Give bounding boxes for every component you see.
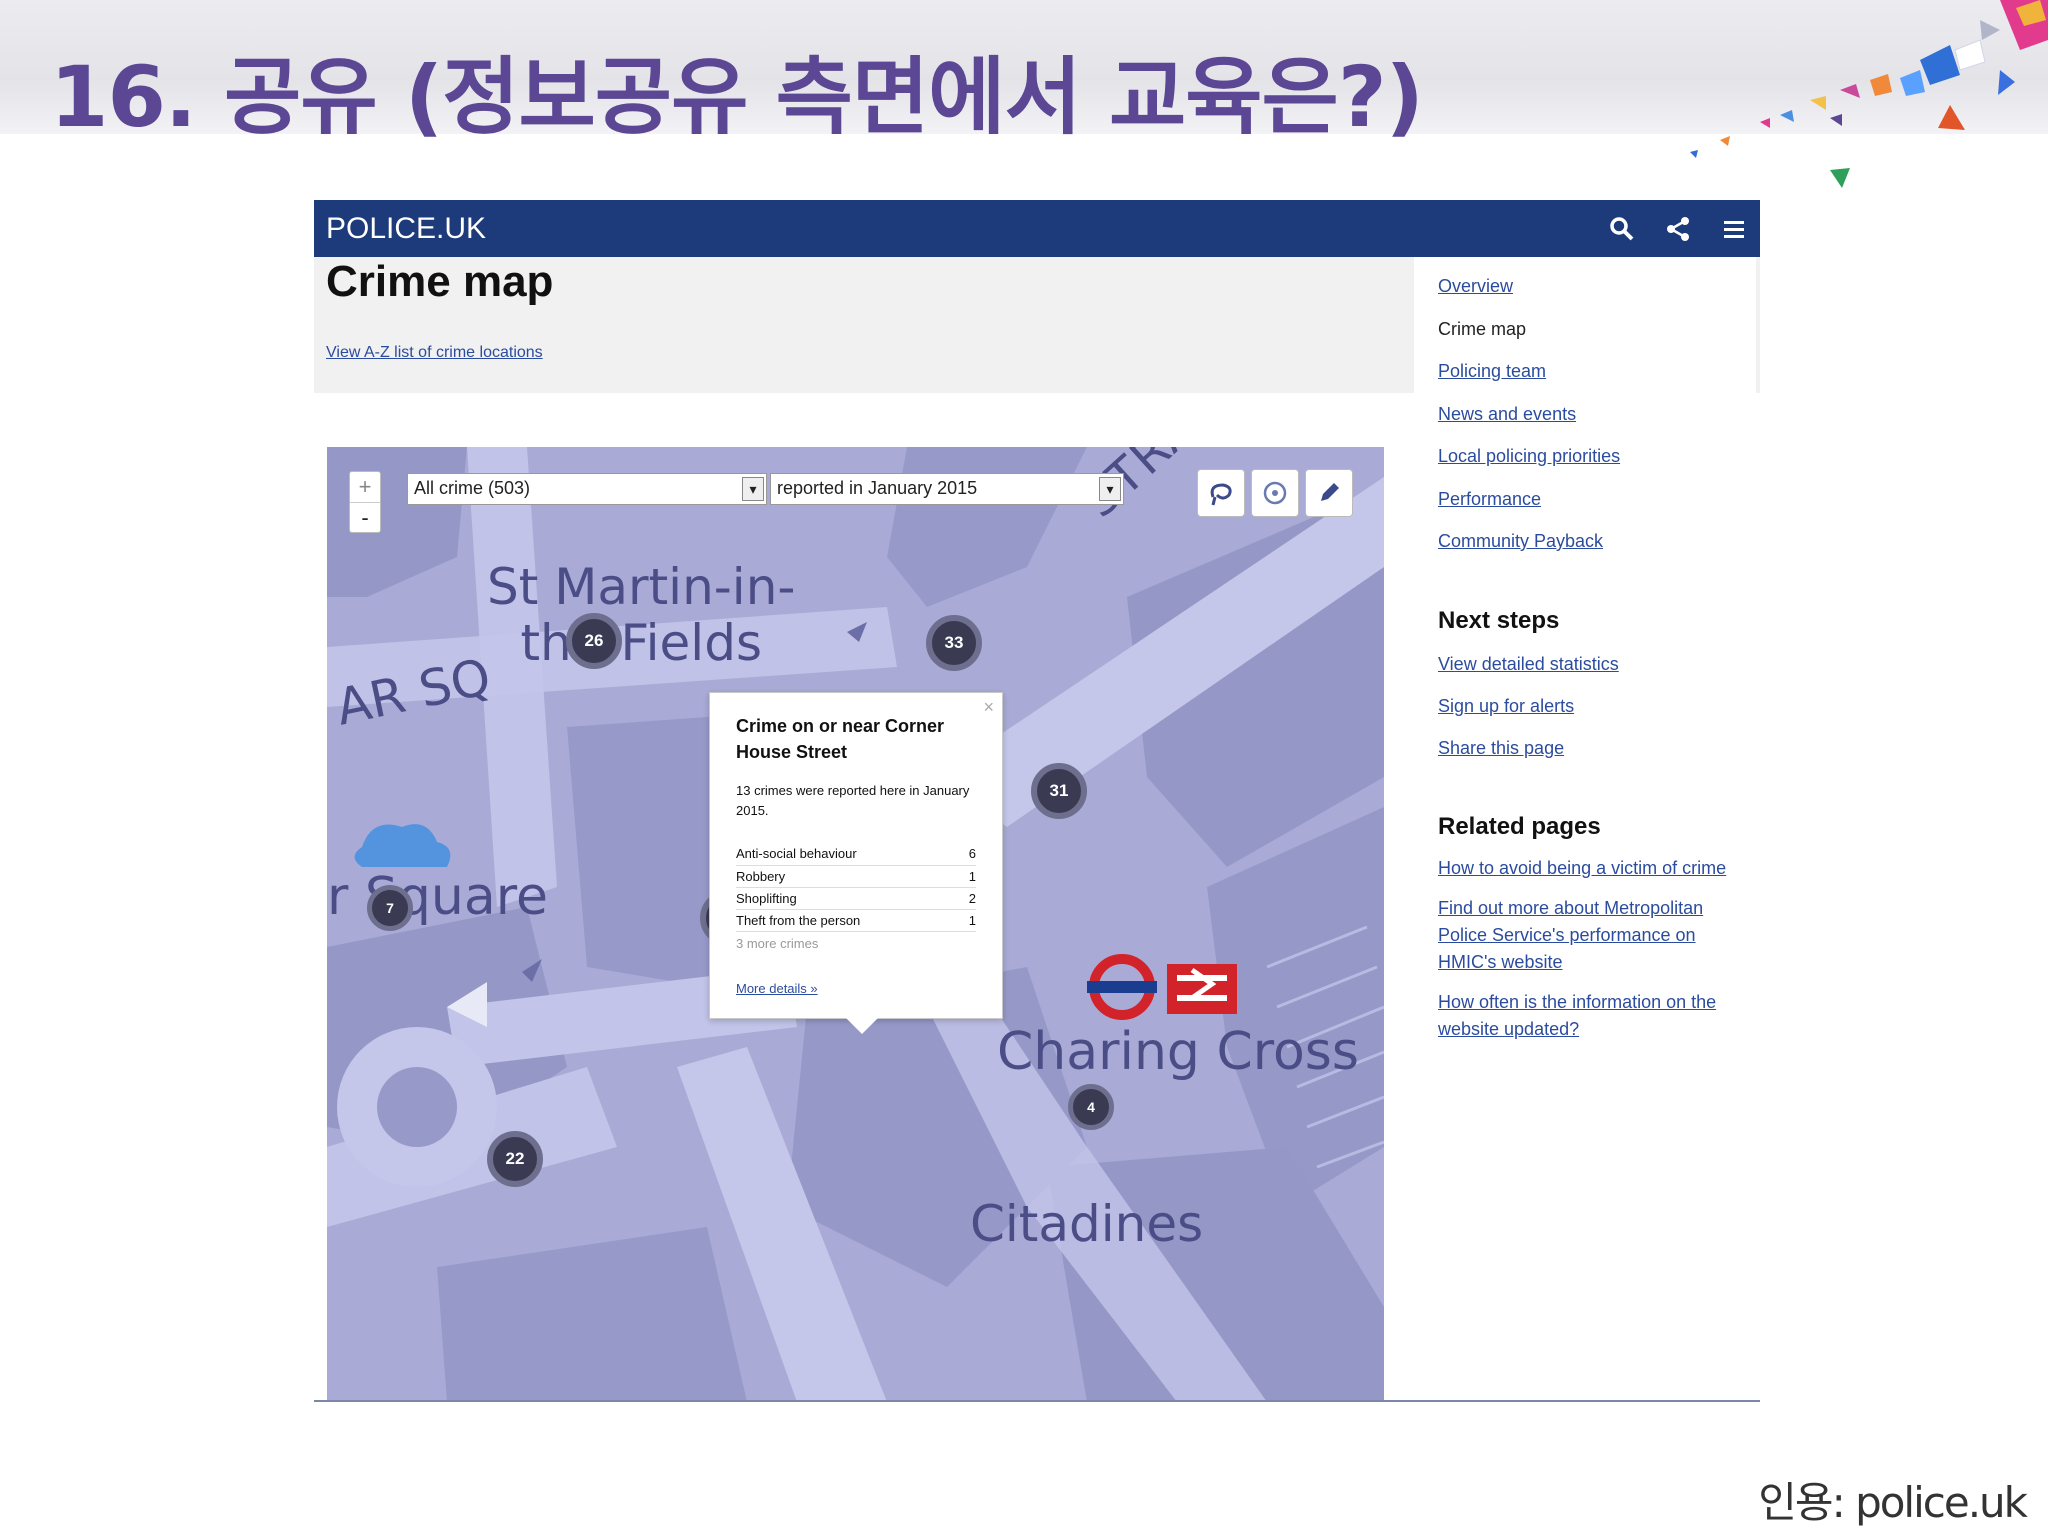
crime-count: 2 bbox=[946, 887, 976, 910]
crime-map[interactable]: St Martin-in- the-Fields AR SQ r Square … bbox=[327, 447, 1384, 1400]
crime-type: Theft from the person bbox=[736, 909, 946, 932]
crime-count: 1 bbox=[946, 909, 976, 932]
topbar-icons bbox=[1604, 212, 1752, 246]
pencil-icon bbox=[1321, 483, 1339, 501]
related-pages-heading: Related pages bbox=[1438, 812, 1601, 840]
crime-type: Robbery bbox=[736, 865, 946, 888]
crime-cluster[interactable]: 31 bbox=[1031, 763, 1087, 819]
source-credit: 인용: police.uk bbox=[1758, 1478, 2028, 1527]
sidebar: Overview Crime map Policing team News an… bbox=[1414, 257, 1756, 1357]
crime-type-select[interactable]: All crime (503) ▾ bbox=[407, 473, 767, 505]
sidebar-item-news-events[interactable]: News and events bbox=[1438, 399, 1756, 442]
crime-cluster[interactable]: 7 bbox=[367, 885, 413, 931]
sidebar-item-community-payback[interactable]: Community Payback bbox=[1438, 526, 1756, 569]
crime-popup: × Crime on or near Corner House Street 1… bbox=[709, 692, 1003, 1034]
crime-cluster[interactable]: 33 bbox=[926, 615, 982, 671]
crime-breakdown-table: Anti-social behaviour 6 Robbery 1 Shopli… bbox=[736, 843, 976, 932]
sidebar-item-local-priorities[interactable]: Local policing priorities bbox=[1438, 441, 1756, 484]
shape-tool-button[interactable] bbox=[1197, 469, 1245, 517]
more-details-link[interactable]: More details » bbox=[736, 981, 818, 996]
crime-cluster[interactable]: 22 bbox=[487, 1131, 543, 1187]
map-label-square: r Square bbox=[327, 867, 548, 927]
next-step-share-page[interactable]: Share this page bbox=[1438, 733, 1756, 775]
share-icon[interactable] bbox=[1660, 212, 1696, 246]
content-header: Crime map View A-Z list of crime locatio… bbox=[314, 257, 1414, 393]
slide-title: 16. 공유 (정보공유 측면에서 교육은?) bbox=[50, 48, 1424, 146]
table-row: Robbery 1 bbox=[736, 865, 976, 888]
sidebar-item-crime-map[interactable]: Crime map bbox=[1438, 314, 1756, 357]
popup-title: Crime on or near Corner House Street bbox=[736, 716, 945, 762]
lasso-icon bbox=[1210, 483, 1232, 506]
radius-tool-button[interactable] bbox=[1251, 469, 1299, 517]
chevron-down-icon: ▾ bbox=[742, 477, 764, 501]
zoom-control: + - bbox=[349, 471, 381, 533]
crime-count: 1 bbox=[946, 865, 976, 888]
az-crime-locations-link[interactable]: View A-Z list of crime locations bbox=[326, 344, 543, 362]
map-label-st-martin: St Martin-in- the-Fields bbox=[487, 558, 796, 672]
map-tools bbox=[1197, 469, 1353, 517]
page-title: Crime map bbox=[326, 257, 554, 306]
close-icon[interactable]: × bbox=[983, 697, 994, 718]
table-row: Theft from the person 1 bbox=[736, 909, 976, 932]
top-navigation-bar: POLICE.UK bbox=[314, 200, 1760, 257]
zoom-in-button[interactable]: + bbox=[350, 472, 380, 502]
sidebar-item-performance[interactable]: Performance bbox=[1438, 484, 1756, 527]
map-label-citadines: Citadines bbox=[970, 1195, 1204, 1253]
month-value: reported in January 2015 bbox=[777, 478, 978, 498]
police-uk-logo[interactable]: POLICE.UK bbox=[326, 212, 486, 246]
sidebar-item-overview[interactable]: Overview bbox=[1438, 271, 1756, 314]
month-select[interactable]: reported in January 2015 ▾ bbox=[770, 473, 1124, 505]
next-step-detailed-statistics[interactable]: View detailed statistics bbox=[1438, 649, 1756, 691]
zoom-out-button[interactable]: - bbox=[350, 502, 380, 532]
search-icon[interactable] bbox=[1604, 212, 1640, 246]
table-row: Shoplifting 2 bbox=[736, 887, 976, 910]
map-label-charing-cross: Charing Cross bbox=[997, 1022, 1359, 1082]
crime-type: Anti-social behaviour bbox=[736, 843, 946, 866]
related-link-update-frequency[interactable]: How often is the information on the webs… bbox=[1438, 989, 1738, 1043]
menu-icon[interactable] bbox=[1716, 212, 1752, 246]
crime-count: 6 bbox=[946, 843, 976, 866]
sidebar-item-policing-team[interactable]: Policing team bbox=[1438, 356, 1756, 399]
popup-description: 13 crimes were reported here in January … bbox=[736, 783, 970, 818]
underground-rail-icon bbox=[1087, 954, 1237, 1020]
circle-target-icon bbox=[1263, 481, 1287, 505]
draw-tool-button[interactable] bbox=[1305, 469, 1353, 517]
related-link-hmic-performance[interactable]: Find out more about Metropolitan Police … bbox=[1438, 895, 1738, 976]
slide-header: 16. 공유 (정보공유 측면에서 교육은?) bbox=[0, 0, 2048, 188]
next-step-sign-up-alerts[interactable]: Sign up for alerts bbox=[1438, 691, 1756, 733]
crime-type: Shoplifting bbox=[736, 887, 946, 910]
related-link-avoid-victim[interactable]: How to avoid being a victim of crime bbox=[1438, 855, 1738, 882]
crime-cluster[interactable]: 4 bbox=[1068, 1084, 1114, 1130]
table-row: Anti-social behaviour 6 bbox=[736, 843, 976, 866]
more-crimes-text: 3 more crimes bbox=[736, 935, 819, 951]
chevron-down-icon: ▾ bbox=[1099, 477, 1121, 501]
crime-type-value: All crime (503) bbox=[414, 478, 531, 498]
crime-cluster[interactable]: 26 bbox=[566, 613, 622, 669]
next-steps-heading: Next steps bbox=[1438, 606, 1560, 634]
police-uk-page: POLICE.UK Crime map View A-Z list of cri… bbox=[314, 200, 1760, 1402]
confetti-decoration bbox=[1690, 0, 2048, 188]
